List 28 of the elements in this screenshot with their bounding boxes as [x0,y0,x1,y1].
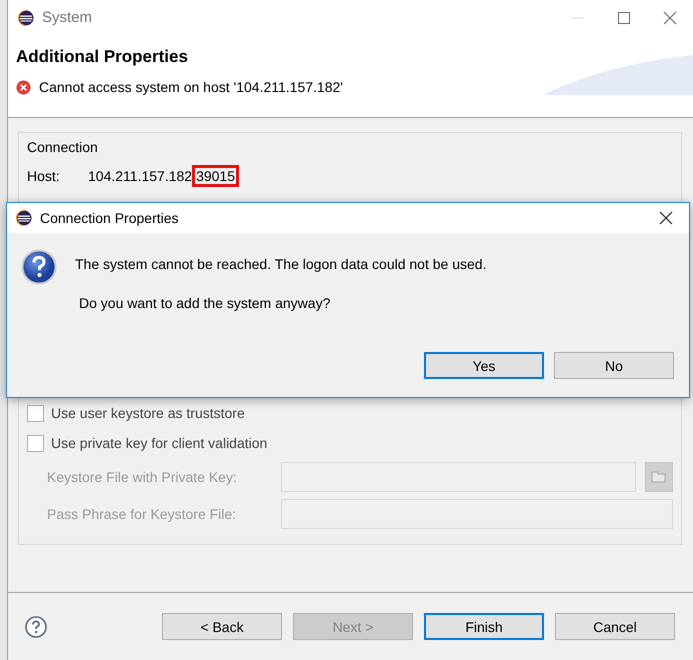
app-logo-icon [16,210,32,226]
wizard-button[interactable]: Cancel [555,613,675,640]
dialog-message: The system cannot be reached. The logon data could not be used. [75,256,486,272]
port-value: 39015 [192,165,240,187]
checkbox[interactable] [27,404,44,422]
error-icon [16,80,31,94]
group-title: Connection [27,139,99,155]
error-message: Cannot access system on host '104.211.157.182' [39,79,343,95]
host-value: 104.211.157.182 [88,168,192,184]
dialog-question: Do you want to add the system anyway? [79,295,332,311]
checkbox-label: Use private key for client validation [51,435,268,451]
folder-icon [651,470,667,483]
close-icon[interactable] [659,211,673,225]
checkbox[interactable] [27,434,44,452]
help-icon[interactable] [25,616,47,638]
field-label: Pass Phrase for Keystore File: [47,506,238,522]
field-label: Keystore File with Private Key: [47,468,238,484]
wizard-button[interactable]: < Back [162,613,282,640]
host-label: Host: [27,168,61,184]
checkbox-label: Use user keystore as truststore [51,405,245,421]
wizard-button[interactable]: Finish [424,613,544,640]
app-logo-icon [18,10,34,26]
question-icon [21,249,57,285]
page-title: Additional Properties [16,47,189,67]
dialog-title: Connection Properties [40,210,179,226]
dialog-button[interactable]: Yes [424,352,544,379]
dialog-button[interactable]: No [554,352,674,379]
window-title: System [42,9,92,26]
